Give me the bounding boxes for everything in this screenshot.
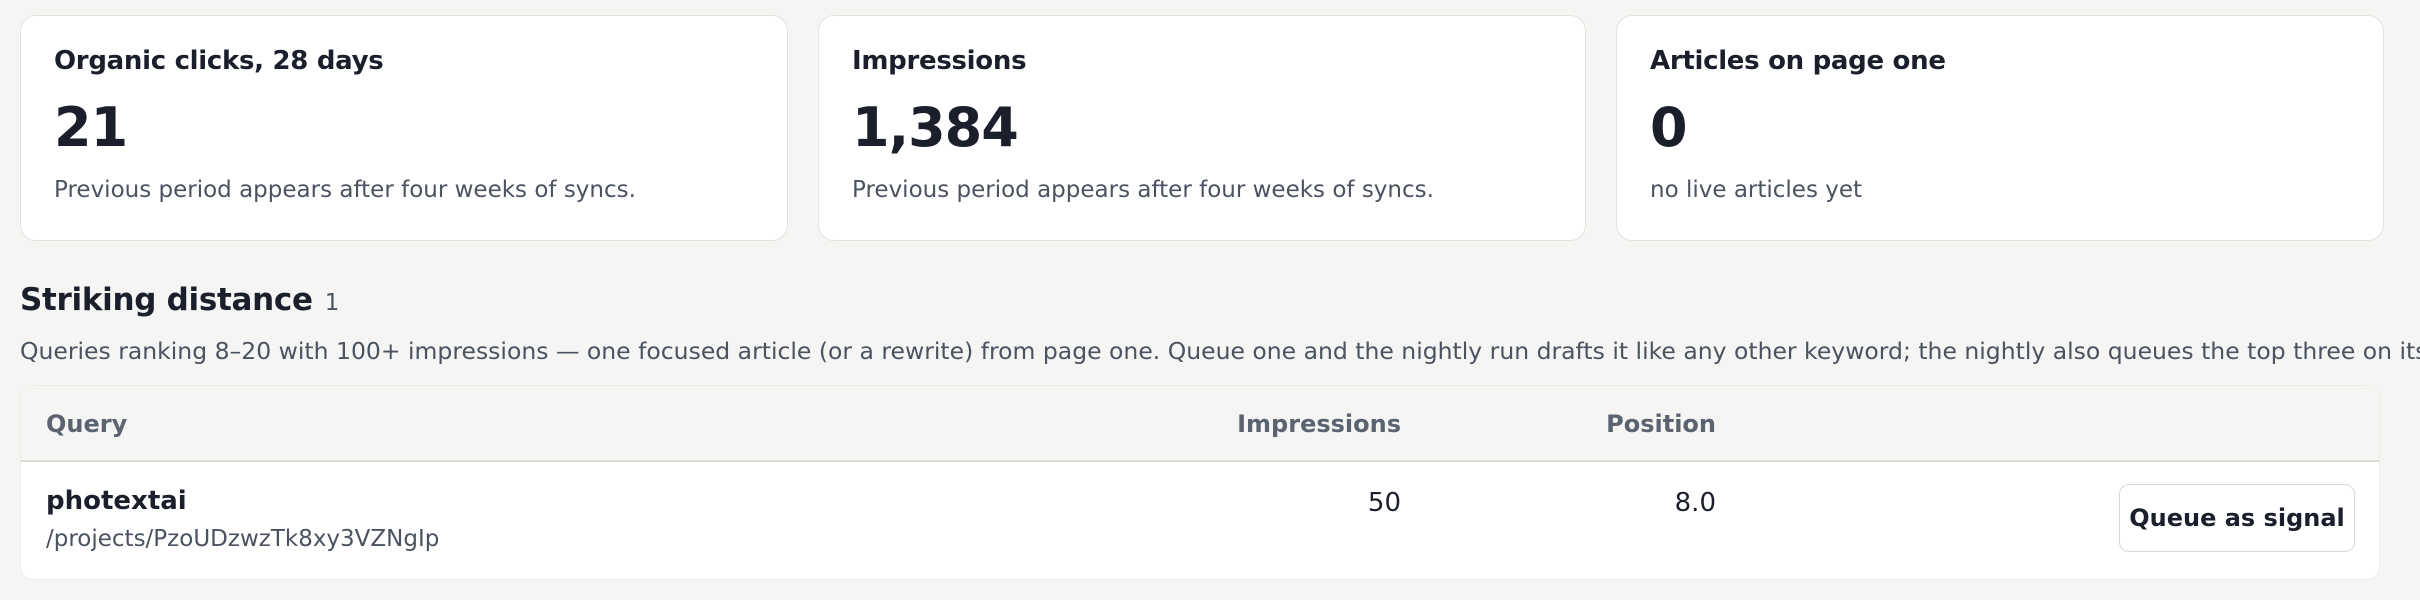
stat-card-impressions: Impressions 1,384 Previous period appear… (818, 15, 1586, 241)
position-cell: 8.0 (1674, 488, 1716, 518)
queue-as-signal-button[interactable]: Queue as signal (2119, 484, 2355, 552)
stat-value: 0 (1650, 96, 1688, 159)
stat-value: 1,384 (852, 96, 1019, 159)
stat-note: no live articles yet (1650, 177, 1863, 204)
section-count-badge: 1 (324, 290, 340, 316)
stat-note: Previous period appears after four weeks… (852, 177, 1434, 204)
query-path: /projects/PzoUDzwzTk8xy3VZNgIp (46, 526, 440, 552)
striking-distance-table: Query Impressions Position photextai /pr… (20, 385, 2380, 580)
stat-note: Previous period appears after four weeks… (54, 177, 636, 204)
section-description: Queries ranking 8–20 with 100+ impressio… (20, 337, 2420, 365)
stat-title: Impressions (852, 46, 1027, 76)
query-cell: photextai /projects/PzoUDzwzTk8xy3VZNgIp (46, 486, 439, 552)
column-header-position: Position (1606, 410, 1716, 438)
section-title: Striking distance (20, 282, 313, 318)
table-row: photextai /projects/PzoUDzwzTk8xy3VZNgIp… (21, 462, 2379, 579)
stat-value: 21 (54, 96, 128, 159)
stat-card-articles-page-one: Articles on page one 0 no live articles … (1616, 15, 2384, 241)
striking-distance-header: Striking distance 1 (20, 282, 339, 318)
stat-card-organic-clicks: Organic clicks, 28 days 21 Previous peri… (20, 15, 788, 241)
stats-row: Organic clicks, 28 days 21 Previous peri… (20, 15, 2384, 241)
column-header-impressions: Impressions (1237, 410, 1401, 438)
stat-title: Articles on page one (1650, 46, 1946, 76)
table-header: Query Impressions Position (21, 386, 2379, 462)
query-name: photextai (46, 486, 187, 516)
impressions-cell: 50 (1367, 488, 1401, 518)
stat-title: Organic clicks, 28 days (54, 46, 384, 76)
column-header-query: Query (46, 410, 128, 438)
